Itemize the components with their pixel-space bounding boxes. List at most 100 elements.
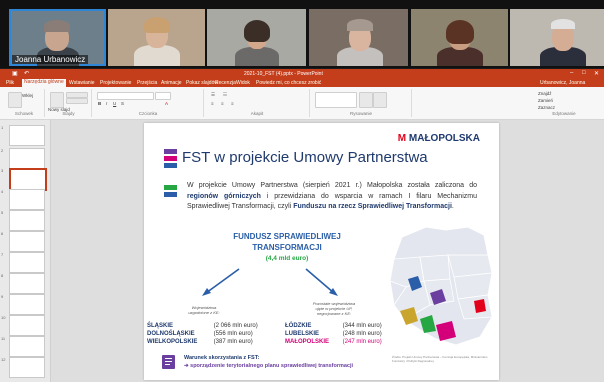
condition-label: Warunek skorzystania z FST: — [184, 355, 260, 361]
region-value: (344 mln euro) — [342, 323, 382, 329]
slide-thumbnail[interactable] — [9, 357, 45, 378]
find-button[interactable]: Znajdź — [538, 91, 552, 96]
video-strip: Joanna Urbanowicz — [0, 0, 604, 68]
slide-thumbnail[interactable] — [9, 252, 45, 273]
region-name: DOLNOŚLĄSKIE — [147, 331, 195, 337]
tab-view[interactable]: Widok — [236, 80, 250, 86]
region-lubelskie — [474, 299, 486, 313]
right-note: Pozostałe województwa ujęte w projekcie … — [294, 301, 374, 316]
new-slide-button[interactable] — [50, 92, 64, 108]
slide-thumbnail[interactable] — [9, 294, 45, 315]
arrange-button[interactable] — [359, 92, 373, 108]
document-icon — [162, 355, 175, 369]
maximize-icon[interactable]: □ — [582, 70, 586, 76]
save-icon[interactable]: ▣ — [12, 70, 18, 77]
right-note-line: negocjowane z KE: — [316, 311, 352, 316]
shadow-icon[interactable]: S — [121, 101, 124, 106]
align-left-icon[interactable]: ≡ — [211, 101, 214, 106]
slide-thumbnail[interactable] — [9, 210, 45, 231]
group-label: Edytowanie — [552, 111, 576, 116]
region-row: LUBELSKIE (248 mln euro) — [285, 330, 382, 338]
replace-button[interactable]: Zamień — [538, 98, 553, 103]
condition-text-value: sporządzenie terytorialnego planu sprawi… — [190, 363, 354, 369]
region-name: LUBELSKIE — [285, 331, 320, 337]
slide-thumbnail[interactable] — [9, 125, 45, 146]
thumb-number: 7 — [1, 252, 4, 257]
minimize-icon[interactable]: – — [570, 70, 573, 76]
thumb-number: 2 — [1, 148, 4, 153]
slide-footnote: Źródło: Projekt Umowy Partnerstwa – Komi… — [392, 355, 488, 363]
region-name: ŁÓDZKIE — [285, 323, 312, 329]
region-value: (556 mln euro) — [213, 331, 253, 337]
participant-tile-2[interactable] — [108, 9, 205, 66]
region-value: (387 mln euro) — [213, 339, 253, 345]
window-title: 2021-10_FST (4).pptx - PowerPoint — [244, 71, 323, 77]
tab-transitions[interactable]: Przejścia — [137, 80, 157, 86]
group-label: Akapit — [250, 111, 264, 116]
participant-tile-6[interactable] — [510, 9, 604, 66]
tab-review[interactable]: Recenzja — [215, 80, 236, 86]
ribbon-group-editing: Znajdź Zamień Zaznacz Edytowanie — [534, 89, 594, 117]
ribbon-group-drawing: Rysowanie — [311, 89, 412, 117]
bullets-icon[interactable]: ☰ — [211, 92, 215, 98]
slide-thumbnails-pane[interactable]: 1 2 3 4 5 6 7 8 9 10 11 12 — [0, 120, 51, 382]
slide-thumbnail[interactable] — [9, 315, 45, 336]
thumb-number: 4 — [1, 189, 4, 194]
select-button[interactable]: Zaznacz — [538, 105, 555, 110]
tell-me-search[interactable]: Powiedz mi, co chcesz zrobić — [256, 80, 321, 86]
slide-thumbnail-selected[interactable] — [9, 168, 47, 191]
numbering-icon[interactable]: ☷ — [223, 92, 227, 98]
participant-tile-5[interactable] — [411, 9, 508, 66]
reset-button[interactable] — [66, 98, 88, 104]
shapes-gallery[interactable] — [315, 92, 357, 108]
ribbon-group-clipboard: Wklej Schowek — [4, 89, 45, 117]
tab-design[interactable]: Projektowanie — [100, 80, 131, 86]
tab-insert[interactable]: Wstawianie — [69, 80, 95, 86]
thumb-number: 10 — [1, 315, 6, 320]
region-row: WIELKOPOLSKIE (387 mln euro) — [147, 338, 253, 346]
user-name: Urbanowicz, Joanna — [540, 80, 586, 86]
ribbon-group-slides: Nowy slajd Slajdy — [46, 89, 92, 117]
align-center-icon[interactable]: ≡ — [221, 101, 224, 106]
underline-icon[interactable]: U — [113, 101, 116, 106]
align-right-icon[interactable]: ≡ — [231, 101, 234, 106]
group-label: Rysowanie — [349, 111, 372, 116]
slide-thumbnail[interactable] — [9, 231, 45, 252]
tab-file[interactable]: Plik — [6, 80, 14, 86]
slide-thumbnail[interactable] — [9, 336, 45, 357]
poland-map — [389, 226, 493, 346]
undo-icon[interactable]: ↶ — [24, 70, 29, 77]
participant-tile-4[interactable] — [309, 9, 408, 66]
bold-icon[interactable]: B — [98, 101, 101, 106]
region-row: MAŁOPOLSKIE (247 mln euro) — [285, 338, 382, 346]
condition-box: Warunek skorzystania z FST: ➔ sporządzen… — [162, 353, 392, 375]
ribbon-tabs: Plik Narzędzia główne Wstawianie Projekt… — [0, 79, 604, 87]
thumb-number: 1 — [1, 125, 4, 130]
font-name-select[interactable] — [97, 92, 154, 100]
thumb-number: 12 — [1, 357, 6, 362]
region-name: MAŁOPOLSKIE — [285, 339, 330, 345]
ribbon-group-font: B I U S A Czcionka — [93, 89, 204, 117]
font-size-select[interactable] — [155, 92, 171, 100]
tab-slideshow[interactable]: Pokaz slajdów — [186, 80, 218, 86]
tab-animations[interactable]: Animacje — [161, 80, 182, 86]
tab-home[interactable]: Narzędzia główne — [22, 79, 66, 87]
paste-button[interactable] — [8, 92, 22, 108]
ribbon: Wklej Schowek Nowy slajd Slajdy B I U S … — [0, 87, 604, 120]
region-value: (247 mln euro) — [342, 339, 382, 345]
close-icon[interactable]: ✕ — [594, 70, 599, 77]
quick-styles-button[interactable] — [373, 92, 387, 108]
slide-thumbnail[interactable] — [9, 273, 45, 294]
region-value: (248 mln euro) — [342, 331, 382, 337]
participant-tile-1[interactable]: Joanna Urbanowicz — [9, 9, 106, 66]
italic-icon[interactable]: I — [106, 101, 107, 106]
region-row: ŚLĄSKIE (2 066 mln euro) — [147, 322, 258, 330]
participant-tile-3[interactable] — [207, 9, 306, 66]
font-color-icon[interactable]: A — [165, 101, 168, 106]
slide-thumbnail[interactable] — [9, 189, 45, 210]
region-name: WIELKOPOLSKIE — [147, 339, 198, 345]
left-note: Województwa uzgodnione z KE: — [169, 305, 239, 315]
slide: M MAŁOPOLSKA FST w projekcie Umowy Partn… — [144, 123, 499, 380]
slide-thumbnail[interactable] — [9, 148, 45, 169]
thumb-number: 11 — [1, 336, 6, 341]
